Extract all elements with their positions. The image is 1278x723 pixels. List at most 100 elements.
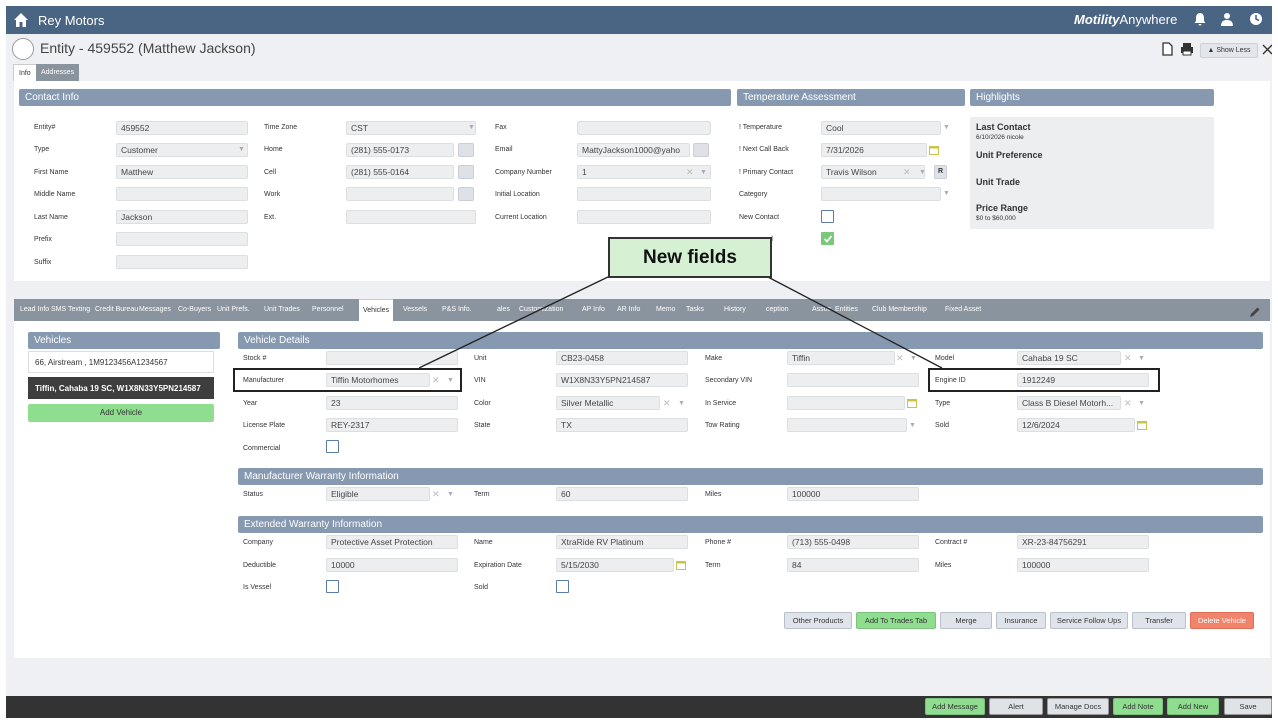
vehicle-list-item[interactable]: 66, Airstream , 1M9123456A1234567	[28, 351, 214, 373]
phone-field[interactable]: (713) 555-0498	[787, 535, 919, 549]
temperature-select[interactable]: Cool	[821, 121, 941, 135]
ext-miles-field[interactable]: 100000	[1017, 558, 1149, 572]
tab-addresses[interactable]: Addresses	[36, 64, 80, 81]
tab-memo[interactable]: Memo	[656, 299, 675, 321]
chevron-down-icon[interactable]: ▼	[943, 124, 950, 131]
next-call-back-field[interactable]: 7/31/2026	[821, 143, 927, 157]
alert-button[interactable]: Alert	[989, 698, 1043, 715]
tab-unit-trades[interactable]: Unit Trades	[264, 299, 300, 321]
tab-fixed-asset[interactable]: Fixed Asset	[945, 299, 981, 321]
ext-term-field[interactable]: 84	[787, 558, 919, 572]
tab-vessels[interactable]: Vessels	[403, 299, 427, 321]
phone-icon[interactable]	[458, 143, 474, 157]
tab-customization[interactable]: Customization	[519, 299, 563, 321]
calendar-icon[interactable]	[1137, 420, 1147, 430]
chevron-down-icon[interactable]: ▼	[700, 169, 707, 176]
tab-unit-prefs[interactable]: Unit Prefs.	[217, 299, 250, 321]
state-field[interactable]: TX	[556, 418, 688, 432]
tab-sales[interactable]: ales	[497, 299, 510, 321]
category-select[interactable]	[821, 187, 941, 201]
tab-co-buyers[interactable]: Co-Buyers	[178, 299, 211, 321]
d-checkbox[interactable]	[821, 232, 834, 245]
email-icon[interactable]	[693, 143, 709, 157]
clear-icon[interactable]: ✕	[896, 353, 904, 364]
type-select[interactable]: Customer	[116, 143, 248, 157]
chevron-down-icon[interactable]: ▼	[678, 400, 685, 407]
add-to-trades-button[interactable]: Add To Trades Tab	[856, 612, 936, 629]
status-select[interactable]: Eligible	[326, 487, 430, 501]
tab-club-membership[interactable]: Club Membership	[872, 299, 927, 321]
phone-icon[interactable]	[458, 165, 474, 179]
tab-ps-info[interactable]: P&S Info.	[442, 299, 472, 321]
commercial-checkbox[interactable]	[326, 440, 339, 453]
other-products-button[interactable]: Other Products	[784, 612, 852, 629]
r-button[interactable]: R	[934, 165, 947, 179]
print-icon[interactable]	[1180, 42, 1194, 56]
bell-icon[interactable]	[1193, 12, 1207, 26]
miles-field[interactable]: 100000	[787, 487, 919, 501]
cell-phone-field[interactable]: (281) 555-0164	[346, 165, 454, 179]
last-name-field[interactable]: Jackson	[116, 210, 248, 224]
company-field[interactable]: Protective Asset Protection	[326, 535, 458, 549]
tab-credit-bureau[interactable]: Credit Bureau	[95, 299, 138, 321]
contract-field[interactable]: XR-23-84756291	[1017, 535, 1149, 549]
delete-vehicle-button[interactable]: Delete Vehicle	[1190, 612, 1254, 629]
type-select[interactable]: Class B Diesel Motorh...	[1017, 396, 1121, 410]
tab-lead-info[interactable]: Lead Info	[20, 299, 49, 321]
vehicle-list-item-selected[interactable]: Tiffin, Cahaba 19 SC, W1X8N33Y5PN214587	[28, 377, 214, 399]
prefix-field[interactable]	[116, 232, 248, 246]
clock-icon[interactable]	[1249, 12, 1263, 26]
service-follow-ups-button[interactable]: Service Follow Ups	[1050, 612, 1128, 629]
home-phone-field[interactable]: (281) 555-0173	[346, 143, 454, 157]
new-contact-checkbox[interactable]	[821, 210, 834, 223]
calendar-icon[interactable]	[907, 398, 917, 408]
tab-reception[interactable]: ception	[766, 299, 789, 321]
sold-date-field[interactable]: 12/6/2024	[1017, 418, 1135, 432]
chevron-down-icon[interactable]: ▼	[919, 169, 926, 176]
color-select[interactable]: Silver Metallic	[556, 396, 660, 410]
clear-icon[interactable]: ✕	[1124, 398, 1132, 409]
tab-history[interactable]: History	[724, 299, 746, 321]
middle-name-field[interactable]	[116, 187, 248, 201]
model-select[interactable]: Cahaba 19 SC	[1017, 351, 1121, 365]
chevron-down-icon[interactable]: ▼	[943, 190, 950, 197]
clear-icon[interactable]: ✕	[1124, 353, 1132, 364]
in-service-field[interactable]	[787, 396, 905, 410]
work-phone-field[interactable]	[346, 187, 454, 201]
suffix-field[interactable]	[116, 255, 248, 269]
is-vessel-checkbox[interactable]	[326, 580, 339, 593]
clear-icon[interactable]: ✕	[663, 398, 671, 409]
chevron-down-icon[interactable]: ▼	[910, 355, 917, 362]
email-field[interactable]: MattyJackson1000@yaho	[577, 143, 690, 157]
phone-icon[interactable]	[458, 187, 474, 201]
add-note-button[interactable]: Add Note	[1113, 698, 1163, 715]
expiration-date-field[interactable]: 5/15/2030	[556, 558, 674, 572]
calendar-icon[interactable]	[929, 145, 939, 155]
tab-personnel[interactable]: Personnel	[312, 299, 344, 321]
calendar-icon[interactable]	[676, 560, 686, 570]
user-icon[interactable]	[1220, 12, 1234, 26]
tab-ar-info[interactable]: AR Info	[617, 299, 640, 321]
add-vehicle-button[interactable]: Add Vehicle	[28, 404, 214, 422]
document-icon[interactable]	[1162, 42, 1173, 56]
add-message-button[interactable]: Add Message	[925, 698, 985, 715]
name-field[interactable]: XtraRide RV Platinum	[556, 535, 688, 549]
tab-info[interactable]: Info	[13, 64, 37, 81]
initial-location-field[interactable]	[577, 187, 711, 201]
tab-ap-info[interactable]: AP Info	[582, 299, 605, 321]
entity-number-field[interactable]: 459552	[116, 121, 248, 135]
chevron-down-icon[interactable]: ▼	[1138, 400, 1145, 407]
chevron-down-icon[interactable]: ▼	[447, 491, 454, 498]
chevron-down-icon[interactable]: ▼	[1138, 355, 1145, 362]
tow-rating-select[interactable]	[787, 418, 907, 432]
tab-sms-texting[interactable]: SMS Texting	[51, 299, 90, 321]
show-less-button[interactable]: ▲ Show Less	[1200, 43, 1258, 58]
merge-button[interactable]: Merge	[940, 612, 992, 629]
clear-icon[interactable]: ✕	[903, 167, 911, 178]
make-select[interactable]: Tiffin	[787, 351, 895, 365]
year-field[interactable]: 23	[326, 396, 458, 410]
current-location-field[interactable]	[577, 210, 711, 224]
license-plate-field[interactable]: REY-2317	[326, 418, 458, 432]
stock-field[interactable]	[326, 351, 458, 365]
deductible-field[interactable]: 10000	[326, 558, 458, 572]
